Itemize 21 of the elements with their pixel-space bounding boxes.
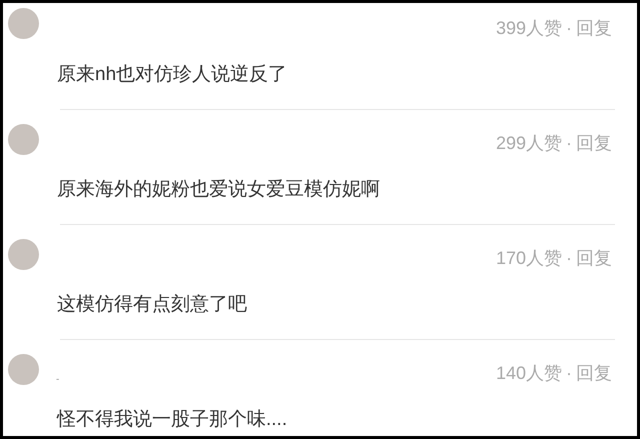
comment-text: 原来海外的妮粉也爱说女爱豆模仿妮啊 (56, 178, 381, 202)
reply-link[interactable]: 回复 (576, 132, 612, 154)
reply-link[interactable]: 回复 (576, 17, 612, 39)
avatar-placeholder[interactable] (8, 124, 39, 155)
like-count: 299人赞 (496, 132, 562, 154)
like-count: 170人赞 (496, 247, 562, 269)
separator-dot: · (566, 17, 572, 39)
reply-link[interactable]: 回复 (576, 362, 612, 384)
avatar-placeholder[interactable] (8, 354, 39, 385)
avatar-placeholder[interactable] (8, 239, 39, 270)
separator-dot: · (566, 132, 572, 154)
separator-dot: · (566, 247, 572, 269)
comment-text: 怪不得我说一股子那个味.... (56, 408, 288, 432)
separator-dot: · (566, 362, 572, 384)
like-count: 399人赞 (496, 17, 562, 39)
avatar-placeholder[interactable] (8, 8, 39, 39)
comment-text: 这模仿得有点刻意了吧 (56, 293, 248, 317)
comment-text: 原来nh也对仿珍人说逆反了 (56, 63, 288, 87)
like-count: 140人赞 (496, 362, 562, 384)
reply-link[interactable]: 回复 (576, 247, 612, 269)
username[interactable]: - (56, 374, 60, 386)
